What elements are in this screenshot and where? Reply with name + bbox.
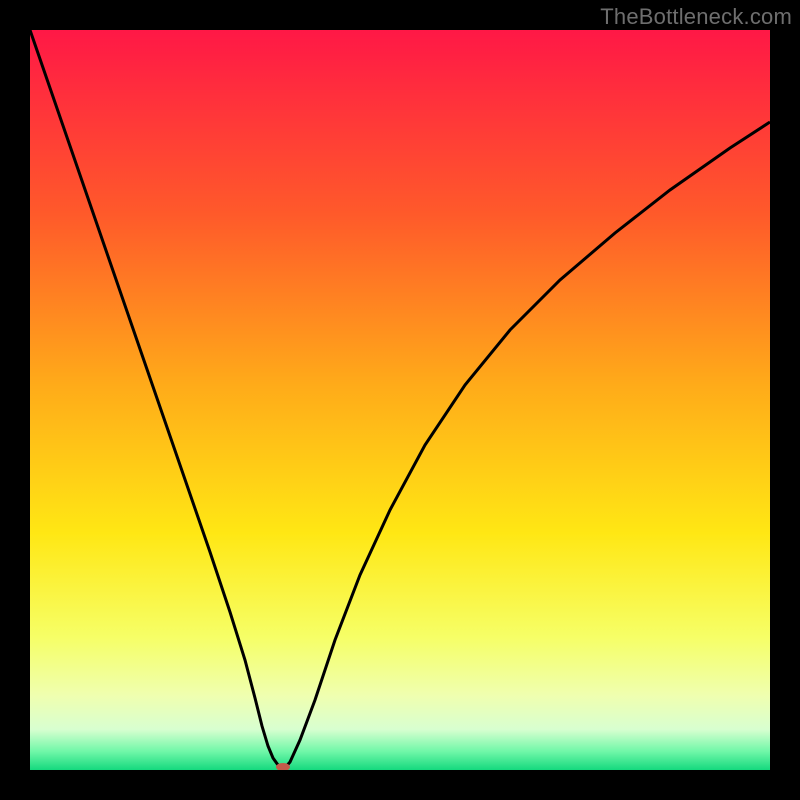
chart-frame: TheBottleneck.com	[0, 0, 800, 800]
plot-area	[30, 30, 770, 770]
gradient-background	[30, 30, 770, 770]
chart-svg	[30, 30, 770, 770]
watermark-text: TheBottleneck.com	[600, 4, 792, 30]
